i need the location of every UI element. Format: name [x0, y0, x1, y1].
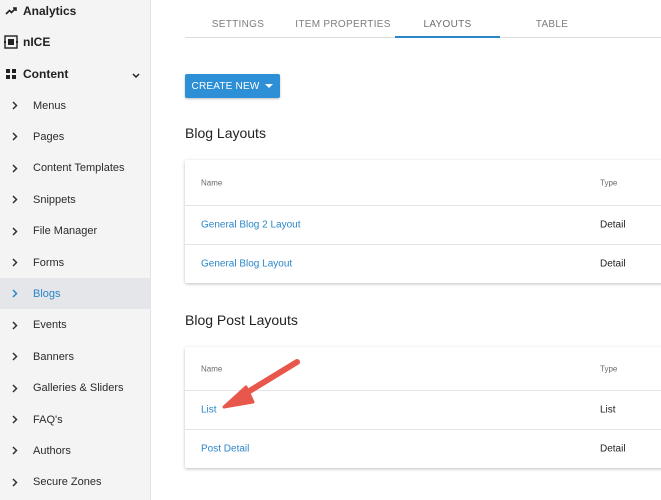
table-header: Name Type — [185, 160, 661, 205]
tab-bar: SETTINGS ITEM PROPERTIES LAYOUTS TABLE — [185, 8, 661, 38]
table-header: Name Type — [185, 347, 661, 390]
blog-layouts-title: Blog Layouts — [185, 125, 266, 141]
sidebar-item-content-templates[interactable]: Content Templates — [0, 153, 150, 184]
chevron-right-icon — [12, 132, 22, 141]
sidebar-item-label: File Manager — [33, 225, 98, 238]
sidebar-item-label: Content — [23, 67, 69, 81]
sidebar-item-secure-zones[interactable]: Secure Zones — [0, 467, 150, 498]
chevron-right-icon — [12, 321, 22, 330]
sidebar-item-authors[interactable]: Authors — [0, 435, 150, 466]
create-new-button[interactable]: CREATE NEW — [185, 74, 280, 98]
blog-post-layouts-table: Name Type List List Post Detail Detail — [185, 347, 661, 468]
chevron-right-icon — [12, 195, 22, 204]
sidebar-item-menus[interactable]: Menus — [0, 90, 150, 121]
layout-name-link[interactable]: General Blog Layout — [201, 259, 292, 270]
chevron-right-icon — [12, 227, 22, 236]
column-header-type: Type — [600, 178, 618, 187]
layout-name-link[interactable]: General Blog 2 Layout — [201, 220, 301, 231]
chevron-right-icon — [12, 384, 22, 393]
trending-up-icon — [0, 6, 22, 16]
blog-post-layouts-title: Blog Post Layouts — [185, 312, 298, 328]
layout-name-link[interactable]: Post Detail — [201, 444, 249, 455]
sidebar-item-label: Secure Zones — [33, 476, 102, 489]
tab-layouts[interactable]: LAYOUTS — [395, 8, 500, 38]
tab-table[interactable]: TABLE — [500, 8, 604, 38]
layout-type: List — [600, 404, 616, 416]
main-content: SETTINGS ITEM PROPERTIES LAYOUTS TABLE C… — [151, 0, 661, 500]
chevron-right-icon — [12, 258, 22, 267]
chevron-right-icon — [12, 101, 22, 110]
sidebar-item-file-manager[interactable]: File Manager — [0, 216, 150, 247]
layout-name-link[interactable]: List — [201, 405, 217, 416]
chevron-right-icon — [12, 164, 22, 173]
sidebar-item-label: Authors — [33, 444, 71, 457]
sidebar-item-label: Events — [33, 319, 67, 332]
table-row[interactable]: General Blog 2 Layout Detail — [185, 205, 661, 244]
sidebar-item-blogs[interactable]: Blogs — [0, 278, 150, 310]
table-row[interactable]: General Blog Layout Detail — [185, 244, 661, 283]
sidebar-item-events[interactable]: Events — [0, 310, 150, 341]
chevron-right-icon — [12, 446, 22, 455]
layout-type: Detail — [600, 443, 626, 455]
table-row[interactable]: Post Detail Detail — [185, 429, 661, 468]
sidebar-item-label: Snippets — [33, 193, 76, 206]
chevron-right-icon — [12, 352, 22, 361]
caret-down-icon — [265, 84, 274, 88]
tab-settings[interactable]: SETTINGS — [185, 8, 291, 38]
table-row[interactable]: List List — [185, 390, 661, 429]
sidebar-item-label: Menus — [33, 99, 67, 112]
grid-icon — [0, 69, 22, 79]
column-header-name: Name — [201, 178, 223, 187]
column-header-name: Name — [201, 364, 223, 373]
nice-logo-icon — [0, 35, 22, 49]
layout-type: Detail — [600, 219, 626, 231]
sidebar-item-analytics[interactable]: Analytics — [0, 0, 150, 25]
chevron-right-icon — [12, 478, 22, 487]
sidebar-item-label: Pages — [33, 130, 65, 143]
chevron-right-icon — [12, 415, 22, 424]
create-new-label: CREATE NEW — [191, 80, 260, 92]
sidebar-item-snippets[interactable]: Snippets — [0, 184, 150, 215]
sidebar-item-label: Banners — [33, 350, 74, 363]
tab-item-properties[interactable]: ITEM PROPERTIES — [291, 8, 395, 38]
sidebar-item-label: Blogs — [33, 287, 61, 300]
sidebar-item-banners[interactable]: Banners — [0, 341, 150, 372]
sidebar-item-label: Forms — [33, 256, 65, 269]
chevron-down-icon — [132, 68, 140, 82]
sidebar: Analytics nICE Content Menus Pages Content… — [0, 0, 151, 500]
sidebar-item-label: Content Templates — [33, 162, 125, 175]
sidebar-item-forms[interactable]: Forms — [0, 247, 150, 278]
chevron-right-icon — [12, 289, 22, 298]
sidebar-item-galleries-sliders[interactable]: Galleries & Sliders — [0, 373, 150, 404]
sidebar-item-label: nICE — [23, 35, 51, 49]
sidebar-item-nice[interactable]: nICE — [0, 28, 150, 56]
column-header-type: Type — [600, 364, 618, 373]
layout-type: Detail — [600, 258, 626, 270]
sidebar-item-content[interactable]: Content — [0, 60, 150, 88]
blog-layouts-table: Name Type General Blog 2 Layout Detail G… — [185, 160, 661, 283]
sidebar-item-label: Galleries & Sliders — [33, 382, 124, 395]
sidebar-item-label: Analytics — [23, 4, 77, 18]
sidebar-item-faq-s[interactable]: FAQ's — [0, 404, 150, 435]
sidebar-item-pages[interactable]: Pages — [0, 121, 150, 152]
sidebar-item-label: FAQ's — [33, 413, 63, 426]
